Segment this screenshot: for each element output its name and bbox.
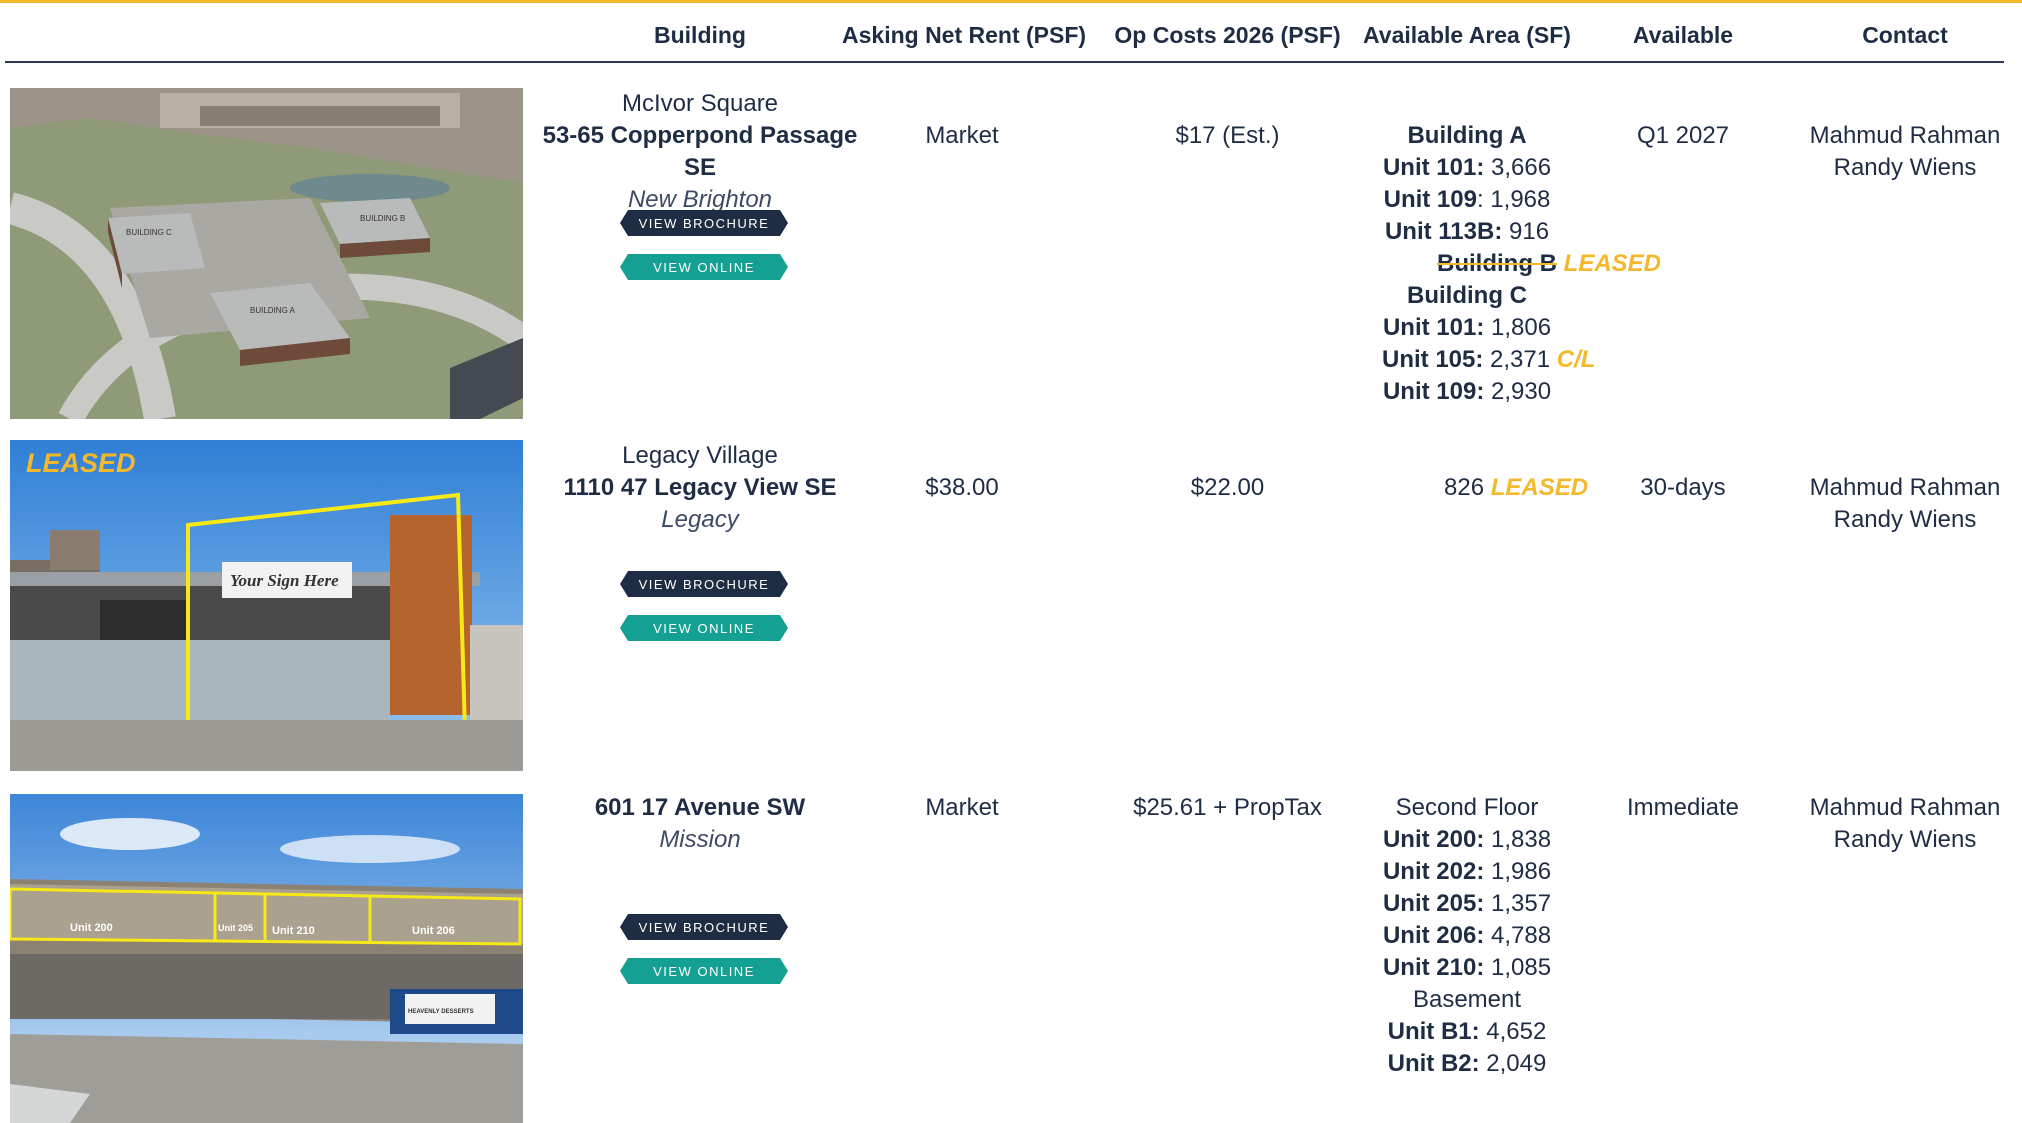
view-brochure-button[interactable]: VIEW BROCHURE [620,914,788,940]
header-asking-rent: Asking Net Rent (PSF) [842,22,1087,48]
contact-name: Mahmud Rahman [1809,794,2001,821]
unit-line: Unit 113B: 916 [1384,218,1550,245]
available-area-list: Building A Unit 101: 3,666 Unit 109: 1,9… [1352,120,1661,408]
area-value: 826 [1444,474,1485,501]
building-b-label: Building B [1437,250,1557,277]
building-info: McIvor Square 53-65 Copperpond Passage S… [530,88,870,216]
photo-label-unit-205: Unit 205 [218,923,253,933]
header-available-area: Available Area (SF) [1363,22,1571,48]
contact-name: Mahmud Rahman [1809,122,2001,149]
op-costs: $25.61 + PropTax [1133,794,1322,821]
table-row: Your Sign Here LEASED Legacy Village 111… [0,440,2022,771]
photo-label-unit-200: Unit 200 [70,922,113,934]
unit-line: Unit B1: 4,652 [1387,1018,1547,1045]
view-online-button[interactable]: VIEW ONLINE [620,615,788,641]
building-info: 601 17 Avenue SW Mission [530,792,870,856]
contact-names: Mahmud Rahman Randy Wiens [1790,472,2020,536]
contact-names: Mahmud Rahman Randy Wiens [1790,792,2020,856]
unit-line: Unit 200: 1,838 [1382,826,1552,853]
header-available: Available [1632,22,1734,48]
header-divider [5,61,2004,63]
op-costs: $17 (Est.) [1175,122,1280,149]
sign-placeholder-text: Your Sign Here [230,571,339,590]
contact-name: Randy Wiens [1833,154,1977,181]
unit-line: Unit B2: 2,049 [1387,1050,1547,1077]
photo-label-heavenly-desserts: HEAVENLY DESSERTS [408,1009,474,1015]
asking-rent: Market [925,794,999,821]
unit-line: Unit 202: 1,986 [1382,858,1552,885]
top-accent-line [0,0,2022,3]
building-c-label: Building C [1407,282,1527,309]
building-area: Legacy [661,506,739,533]
table-row: BUILDING C BUILDING B BUILDING A McIvor … [0,88,2022,428]
available-area-list: Second Floor Unit 200: 1,838 Unit 202: 1… [1352,792,1582,1080]
availability-date: Immediate [1626,794,1740,821]
available-area-list: 826 LEASED [1352,472,1612,504]
property-photo-legacy: Your Sign Here LEASED [10,440,523,771]
building-a-label: Building A [1407,122,1527,149]
photo-label-building-a: BUILDING A [250,306,296,315]
building-address: 601 17 Avenue SW [594,794,806,821]
header-op-costs: Op Costs 2026 (PSF) [1114,22,1341,48]
unit-line: Unit 101: 3,666 [1382,154,1552,181]
op-costs: $22.00 [1190,474,1265,501]
unit-line: Unit 109: 2,930 [1382,378,1552,405]
table-row: Unit 200 Unit 205 Unit 210 Unit 206 HEAV… [0,792,2022,1123]
building-area: Mission [659,826,741,853]
building-b-line: Building B LEASED [1437,248,1661,280]
leased-badge: LEASED [1490,474,1589,501]
view-online-button[interactable]: VIEW ONLINE [620,254,788,280]
contact-names: Mahmud Rahman Randy Wiens [1790,120,2020,184]
view-online-button[interactable]: VIEW ONLINE [620,958,788,984]
floor-label: Second Floor [1395,794,1539,821]
header-contact: Contact [1862,22,1948,48]
asking-rent: Market [925,122,999,149]
building-name: Legacy Village [622,442,778,469]
photo-label-unit-210: Unit 210 [272,925,315,937]
availability-date: Q1 2027 [1636,122,1730,149]
header-building: Building [654,22,746,48]
unit-line: Unit 105: 2,371 C/L [1382,346,1596,373]
property-photo-mcivor: BUILDING C BUILDING B BUILDING A [10,88,523,419]
availability-date: 30-days [1640,474,1726,501]
floor-label: Basement [1412,986,1522,1013]
unit-line: Unit 206: 4,788 [1382,922,1552,949]
building-address: 1110 47 Legacy View SE [563,474,837,501]
building-name: McIvor Square [621,90,779,117]
photo-label-building-c: BUILDING C [126,228,172,237]
photo-label-building-b: BUILDING B [360,214,405,223]
photo-label-unit-206: Unit 206 [412,925,455,937]
photo-leased-tag: LEASED [26,448,136,478]
unit-line: Unit 205: 1,357 [1382,890,1552,917]
property-photo-mission: Unit 200 Unit 205 Unit 210 Unit 206 HEAV… [10,794,523,1123]
unit-line: Unit 210: 1,085 [1382,954,1552,981]
contact-name: Randy Wiens [1833,826,1977,853]
building-address: 53-65 Copperpond Passage SE [542,122,858,181]
view-brochure-button[interactable]: VIEW BROCHURE [620,571,788,597]
contact-name: Mahmud Rahman [1809,474,2001,501]
unit-line: Unit 101: 1,806 [1382,314,1552,341]
building-info: Legacy Village 1110 47 Legacy View SE Le… [530,440,870,536]
asking-rent: $38.00 [925,474,999,501]
view-brochure-button[interactable]: VIEW BROCHURE [620,210,788,236]
leased-badge: LEASED [1563,250,1662,277]
unit-line: Unit 109: 1,968 [1383,186,1551,213]
cl-badge: C/L [1556,346,1596,373]
contact-name: Randy Wiens [1833,506,1977,533]
